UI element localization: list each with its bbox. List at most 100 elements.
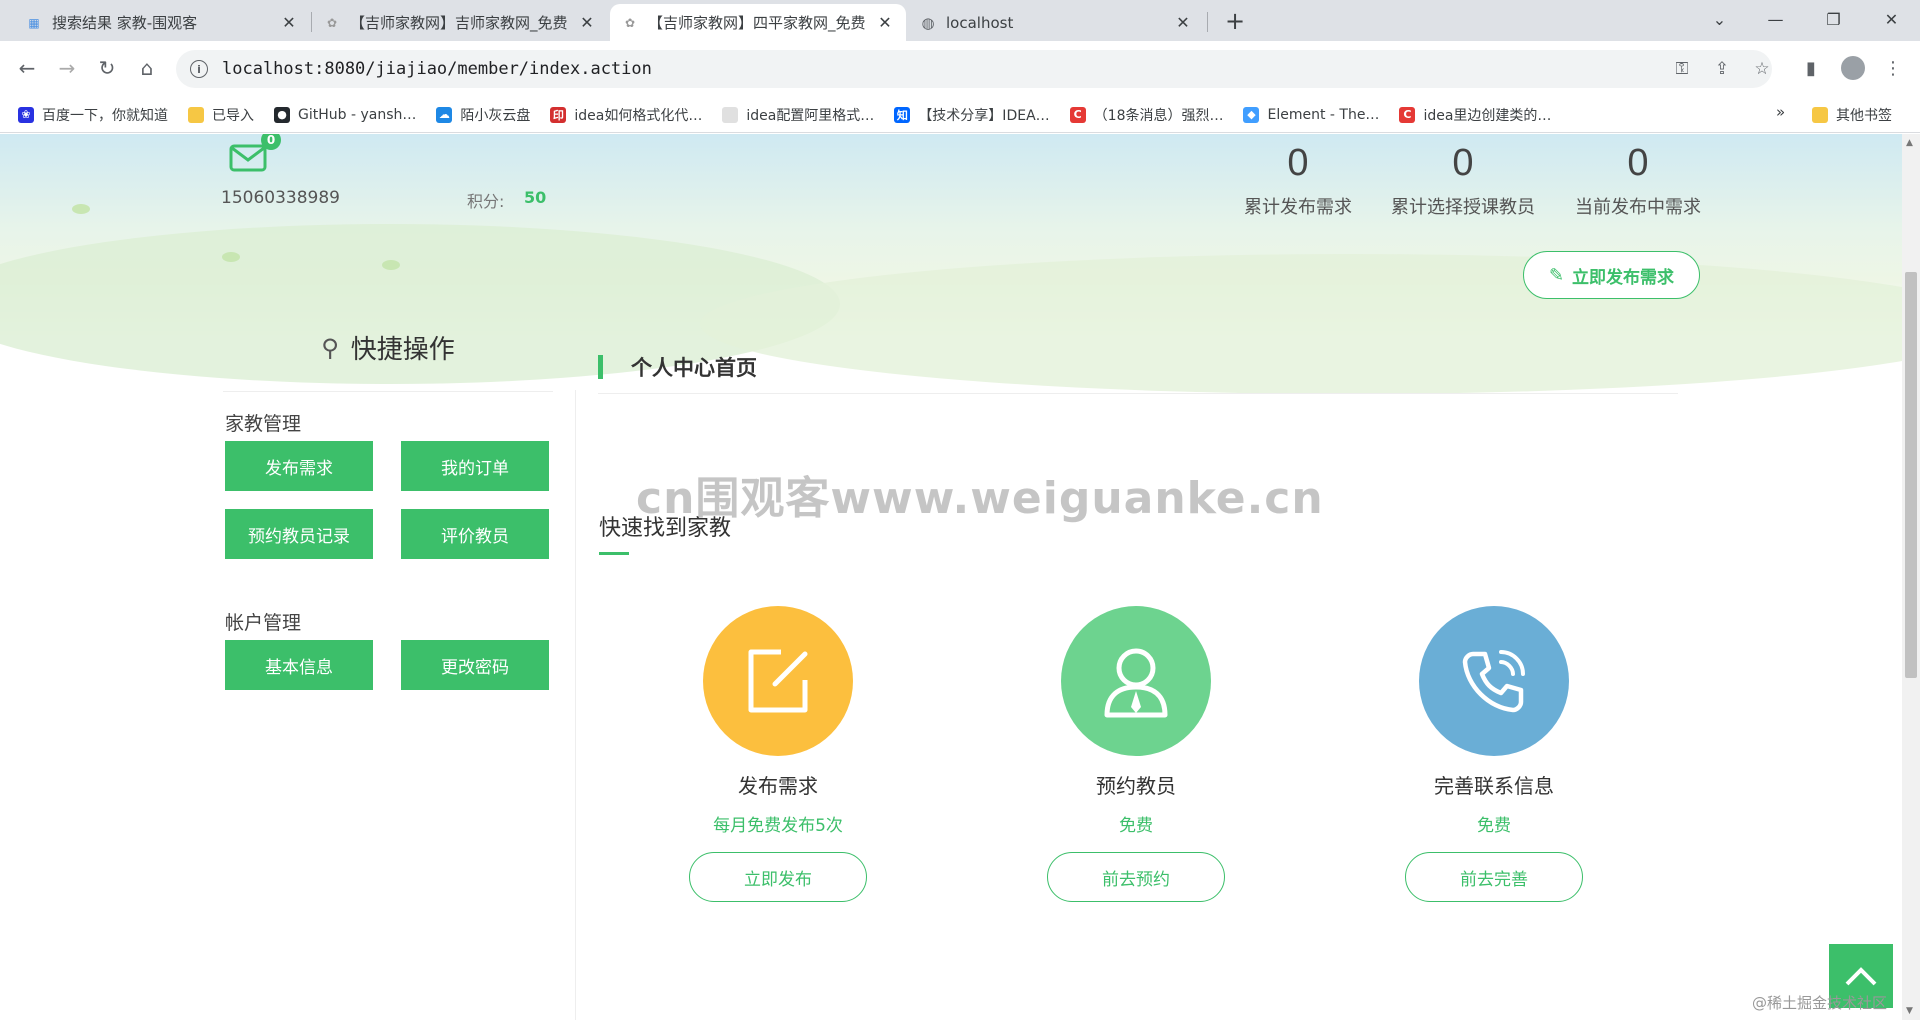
menu-kebab-icon[interactable]: ⋮ xyxy=(1876,51,1910,85)
group-title-account: 帐户管理 xyxy=(225,612,302,634)
stat-value: 0 xyxy=(1287,142,1309,184)
stat-total-teachers: 0 累计选择授课教员 xyxy=(1373,142,1553,219)
feature-subtitle: 免费 xyxy=(1477,816,1511,836)
feature-complete-contact: 完善联系信息 免费 前去完善 xyxy=(1364,606,1624,902)
stat-active-requests: 0 当前发布中需求 xyxy=(1548,142,1728,219)
basic-info-button[interactable]: 基本信息 xyxy=(225,640,373,690)
change-password-button[interactable]: 更改密码 xyxy=(401,640,549,690)
points-value: 50 xyxy=(524,188,547,207)
bookmark-label: GitHub - yansh… xyxy=(298,106,417,123)
reload-icon[interactable]: ↻ xyxy=(90,51,124,85)
bookmark-item[interactable]: ❀ 百度一下，你就知道 xyxy=(18,105,168,125)
feature-book-teacher: 预约教员 免费 前去预约 xyxy=(1006,606,1266,902)
sprout-decoration xyxy=(222,252,240,262)
star-icon[interactable]: ☆ xyxy=(1746,50,1778,88)
bookmark-icon: ☁ xyxy=(436,106,453,123)
search-result-favicon: ▦ xyxy=(28,15,40,30)
stat-label: 累计选择授课教员 xyxy=(1391,197,1535,218)
phone-icon[interactable] xyxy=(1419,606,1569,756)
bookmarks-bar: ❀ 百度一下，你就知道 已导入 ● GitHub - yansh… ☁ 陌小灰云盘 印 idea… xyxy=(0,97,1920,133)
rate-teacher-button[interactable]: 评价教员 xyxy=(401,509,549,559)
site-favicon: ✿ xyxy=(326,15,338,30)
stat-value: 0 xyxy=(1452,142,1474,184)
bookmark-item[interactable]: C （18条消息）强烈… xyxy=(1069,105,1224,125)
site-info-icon[interactable]: i xyxy=(190,60,208,78)
main-title-bar: 个人中心首页 xyxy=(598,344,1678,394)
bookmark-item[interactable]: ● GitHub - yansh… xyxy=(274,106,417,123)
bookmarks-overflow-button[interactable]: » xyxy=(1776,103,1785,121)
window-close-button[interactable]: ✕ xyxy=(1864,0,1919,38)
tab-search-chevron-icon[interactable]: ⌄ xyxy=(1692,0,1747,38)
bookmark-label: 陌小灰云盘 xyxy=(460,107,531,124)
go-complete-button[interactable]: 前去完善 xyxy=(1405,852,1583,902)
tab-search-results[interactable]: ▦ 搜索结果 家教-围观客 ✕ xyxy=(14,4,310,41)
home-icon[interactable]: ⌂ xyxy=(130,51,164,85)
profile-avatar[interactable] xyxy=(1836,51,1870,85)
bookmark-item[interactable]: 知【技术分享】IDEA… xyxy=(894,105,1050,125)
bookmark-icon: ❀ xyxy=(18,106,34,123)
publish-request-now-button[interactable]: ✎ 立即发布需求 xyxy=(1523,251,1700,299)
bookmark-label: （18条消息）强烈… xyxy=(1093,107,1224,124)
back-icon[interactable]: ← xyxy=(10,51,44,85)
publish-request-button[interactable]: 发布需求 xyxy=(225,441,373,491)
points-label: 积分: xyxy=(467,192,505,211)
forward-icon[interactable]: → xyxy=(50,51,84,85)
publish-now-button[interactable]: 立即发布 xyxy=(689,852,867,902)
close-icon[interactable]: ✕ xyxy=(876,13,894,32)
bookmark-item[interactable]: 印 idea如何格式化代… xyxy=(550,105,702,125)
scroll-down-arrow-icon[interactable]: ▼ xyxy=(1906,1006,1913,1016)
group-title-tutoring: 家教管理 xyxy=(225,413,302,435)
bookmark-item[interactable]: Cidea里边创建类的… xyxy=(1399,105,1551,125)
globe-icon: ◍ xyxy=(921,13,935,32)
bookmark-item[interactable]: ◆ Element - The… xyxy=(1243,106,1380,123)
tab-site-2-active[interactable]: ✿ 【吉师家教网】四平家教网_免费 ✕ xyxy=(610,4,906,41)
tab-localhost[interactable]: ◍ localhost ✕ xyxy=(908,4,1204,41)
key-icon[interactable]: ⚿ xyxy=(1666,50,1698,88)
tab-site-1[interactable]: ✿ 【吉师家教网】吉师家教网_免费 ✕ xyxy=(312,4,608,41)
scrollbar-thumb[interactable] xyxy=(1905,272,1917,678)
bookmark-item[interactable]: ☁ 陌小灰云盘 xyxy=(436,105,530,125)
sprout-decoration xyxy=(382,260,400,270)
publish-now-label: 立即发布需求 xyxy=(1572,267,1675,288)
close-icon[interactable]: ✕ xyxy=(578,13,596,32)
stat-value: 0 xyxy=(1627,142,1649,184)
restore-button[interactable]: ❐ xyxy=(1806,0,1861,38)
mail-badge: 0 xyxy=(261,134,281,150)
page-viewport: 0 15060338989 积分: 50 0 累计发布需求 0 累计选择授课教员… xyxy=(0,134,1902,1020)
bookmark-item[interactable]: idea配置阿里格式… xyxy=(722,105,874,125)
feature-title: 预约教员 xyxy=(1096,774,1176,798)
close-icon[interactable]: ✕ xyxy=(1174,13,1192,32)
minimize-button[interactable]: — xyxy=(1748,0,1803,38)
booking-records-button[interactable]: 预约教员记录 xyxy=(225,509,373,559)
other-bookmarks-folder[interactable]: 其他书签 xyxy=(1812,105,1892,125)
my-orders-button[interactable]: 我的订单 xyxy=(401,441,549,491)
page-scrollbar[interactable]: ▲ ▼ xyxy=(1902,134,1920,1020)
scroll-up-arrow-icon[interactable]: ▲ xyxy=(1906,138,1913,148)
folder-icon xyxy=(1812,107,1828,123)
bookmark-label: 已导入 xyxy=(212,107,254,124)
teacher-icon[interactable] xyxy=(1061,606,1211,756)
pencil-icon: ✎ xyxy=(1548,264,1565,286)
feature-subtitle: 每月免费发布5次 xyxy=(713,816,843,836)
bookmark-icon: ◆ xyxy=(1243,106,1260,123)
bookmark-label: Element - The… xyxy=(1267,106,1380,123)
share-icon[interactable]: ⇪ xyxy=(1706,50,1738,88)
tab-title: 【吉师家教网】四平家教网_免费 xyxy=(648,14,866,32)
bookmark-icon: ● xyxy=(274,106,290,123)
mail-icon[interactable] xyxy=(228,142,268,174)
address-bar[interactable]: i localhost:8080/jiajiao/member/index.ac… xyxy=(176,50,1772,88)
wrench-icon: ⚲ xyxy=(321,333,339,362)
footnote-watermark: @稀土掘金技术社区 xyxy=(1752,994,1888,1012)
bookmark-item[interactable]: 已导入 xyxy=(188,105,254,125)
user-phone: 15060338989 xyxy=(221,188,340,208)
bookmark-label: 【技术分享】IDEA… xyxy=(918,107,1050,124)
url-text[interactable]: localhost:8080/jiajiao/member/index.acti… xyxy=(222,59,652,79)
new-tab-button[interactable]: + xyxy=(1220,6,1250,36)
go-book-button[interactable]: 前去预约 xyxy=(1047,852,1225,902)
side-panel-icon[interactable]: ▮ xyxy=(1794,51,1828,85)
watermark: cn围观客www.weiguanke.cn xyxy=(636,473,1324,524)
bookmark-icon: 知 xyxy=(894,106,911,123)
quick-ops-title: ⚲ 快捷操作 xyxy=(223,304,553,392)
close-icon[interactable]: ✕ xyxy=(280,13,298,32)
edit-icon[interactable] xyxy=(703,606,853,756)
